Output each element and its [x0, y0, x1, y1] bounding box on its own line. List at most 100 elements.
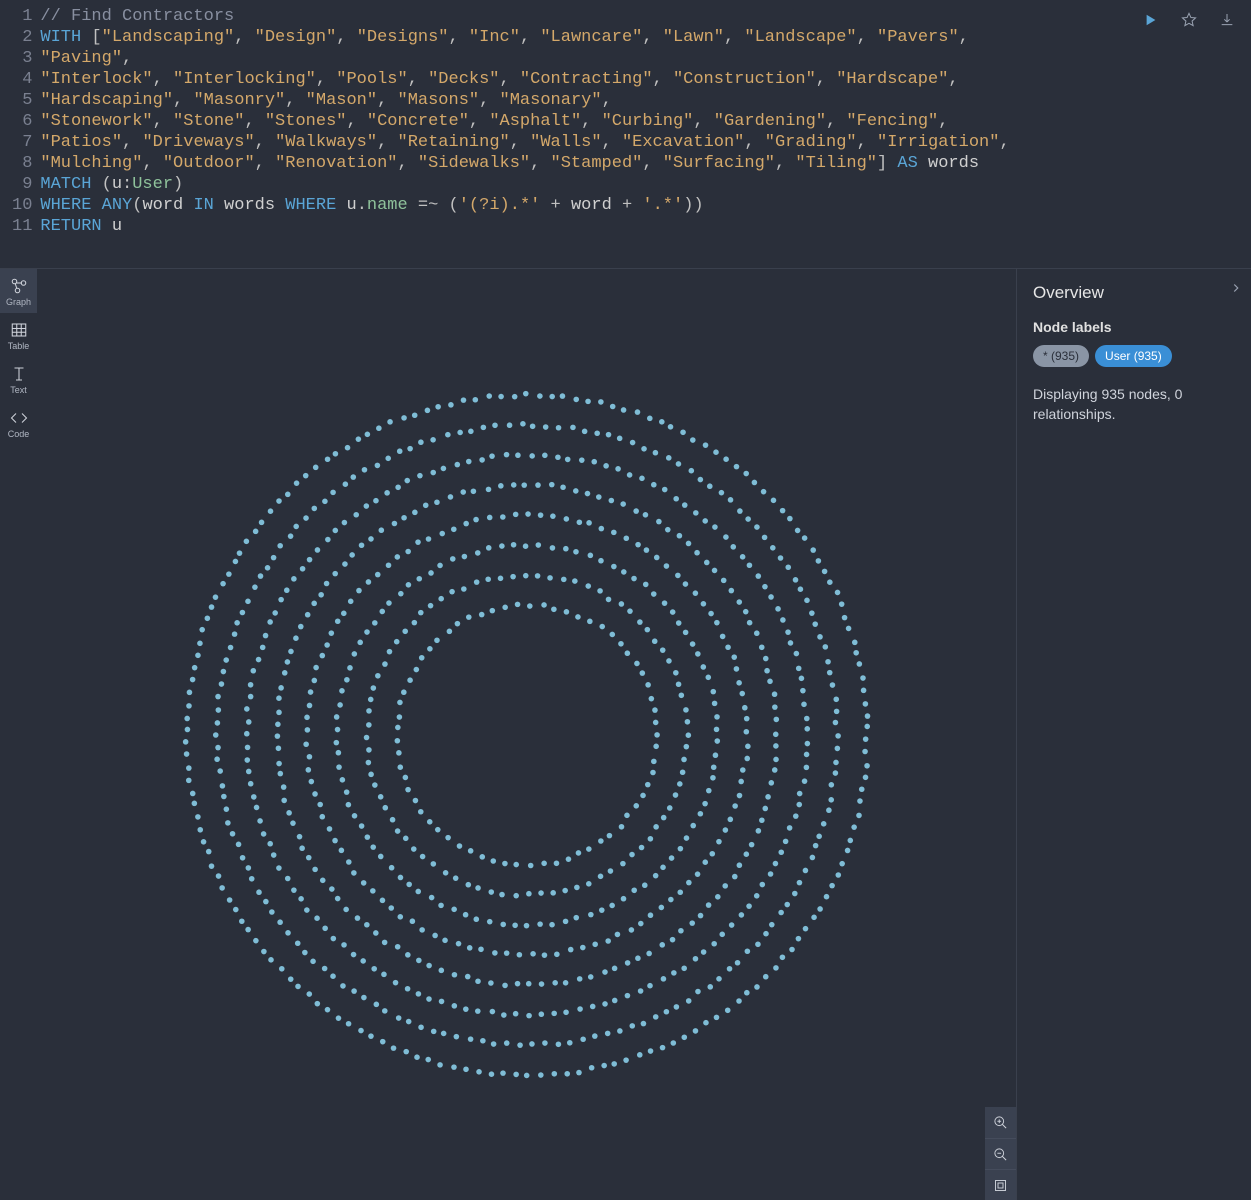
graph-node[interactable] [332, 450, 338, 456]
graph-node[interactable] [713, 449, 719, 455]
graph-node[interactable] [253, 937, 259, 943]
graph-node[interactable] [653, 554, 659, 560]
graph-node[interactable] [623, 1057, 629, 1063]
graph-node[interactable] [442, 937, 448, 943]
graph-node[interactable] [616, 435, 622, 441]
graph-node[interactable] [680, 429, 686, 435]
graph-node[interactable] [415, 888, 421, 894]
graph-node[interactable] [777, 555, 783, 561]
graph-node[interactable] [712, 752, 718, 758]
graph-node[interactable] [675, 681, 681, 687]
graph-node[interactable] [677, 889, 683, 895]
graph-node[interactable] [624, 650, 630, 656]
graph-node[interactable] [255, 656, 261, 662]
graph-node[interactable] [434, 826, 440, 832]
graph-node[interactable] [711, 940, 717, 946]
graph-node[interactable] [276, 865, 282, 871]
graph-node[interactable] [587, 552, 593, 558]
graph-node[interactable] [185, 777, 191, 783]
graph-node[interactable] [412, 797, 418, 803]
graph-node[interactable] [445, 431, 451, 437]
graph-node[interactable] [620, 860, 626, 866]
graph-node[interactable] [394, 554, 400, 560]
graph-node[interactable] [281, 670, 287, 676]
graph-node[interactable] [719, 633, 725, 639]
graph-node[interactable] [464, 973, 470, 979]
graph-node[interactable] [215, 707, 221, 713]
graph-node[interactable] [802, 925, 808, 931]
graph-node[interactable] [754, 524, 760, 530]
graph-node[interactable] [764, 667, 770, 673]
graph-node[interactable] [673, 1004, 679, 1010]
graph-node[interactable] [736, 998, 742, 1004]
graph-node[interactable] [499, 543, 505, 549]
graph-node[interactable] [763, 930, 769, 936]
graph-node[interactable] [287, 533, 293, 539]
graph-node[interactable] [186, 689, 192, 695]
graph-node[interactable] [640, 792, 646, 798]
graph-node[interactable] [473, 516, 479, 522]
graph-node[interactable] [405, 548, 411, 554]
graph-node[interactable] [335, 1015, 341, 1021]
graph-node[interactable] [274, 733, 280, 739]
graph-node[interactable] [317, 801, 323, 807]
graph-node[interactable] [733, 463, 739, 469]
graph-node[interactable] [823, 893, 829, 899]
graph-node[interactable] [718, 489, 724, 495]
graph-node[interactable] [354, 915, 360, 921]
graph-node[interactable] [529, 1041, 535, 1047]
graph-node[interactable] [361, 466, 367, 472]
graph-node[interactable] [803, 751, 809, 757]
graph-node[interactable] [295, 983, 301, 989]
graph-node[interactable] [631, 575, 637, 581]
graph-node[interactable] [660, 864, 666, 870]
graph-node[interactable] [588, 1064, 594, 1070]
graph-node[interactable] [322, 925, 328, 931]
graph-node[interactable] [637, 920, 643, 926]
graph-node[interactable] [293, 480, 299, 486]
graph-node[interactable] [267, 840, 273, 846]
graph-node[interactable] [402, 774, 408, 780]
graph-node[interactable] [604, 1030, 610, 1036]
graph-node[interactable] [510, 573, 516, 579]
graph-node[interactable] [393, 638, 399, 644]
graph-node[interactable] [418, 439, 424, 445]
graph-node[interactable] [465, 614, 471, 620]
graph-node[interactable] [367, 696, 373, 702]
graph-node[interactable] [684, 718, 690, 724]
graph-node[interactable] [466, 945, 472, 951]
graph-node[interactable] [697, 912, 703, 918]
graph-node[interactable] [299, 565, 305, 571]
graph-node[interactable] [283, 587, 289, 593]
graph-node[interactable] [430, 1028, 436, 1034]
graph-node[interactable] [461, 586, 467, 592]
graph-node[interactable] [333, 739, 339, 745]
graph-node[interactable] [449, 588, 455, 594]
graph-node[interactable] [258, 519, 264, 525]
graph-node[interactable] [675, 461, 681, 467]
graph-node[interactable] [186, 703, 192, 709]
graph-node[interactable] [862, 748, 868, 754]
graph-node[interactable] [344, 676, 350, 682]
graph-node[interactable] [334, 726, 340, 732]
graph-node[interactable] [371, 965, 377, 971]
graph-node[interactable] [485, 545, 491, 551]
graph-node[interactable] [624, 812, 630, 818]
graph-node[interactable] [827, 579, 833, 585]
graph-node[interactable] [638, 844, 644, 850]
graph-node[interactable] [511, 393, 517, 399]
graph-node[interactable] [417, 472, 423, 478]
graph-node[interactable] [368, 771, 374, 777]
graph-node[interactable] [385, 562, 391, 568]
graph-node[interactable] [232, 906, 238, 912]
graph-node[interactable] [298, 896, 304, 902]
graph-node[interactable] [563, 1009, 569, 1015]
graph-node[interactable] [676, 532, 682, 538]
graph-node[interactable] [742, 704, 748, 710]
graph-node[interactable] [576, 519, 582, 525]
graph-node[interactable] [478, 611, 484, 617]
graph-node[interactable] [422, 502, 428, 508]
graph-node[interactable] [502, 860, 508, 866]
graph-node[interactable] [396, 448, 402, 454]
graph-node[interactable] [373, 930, 379, 936]
